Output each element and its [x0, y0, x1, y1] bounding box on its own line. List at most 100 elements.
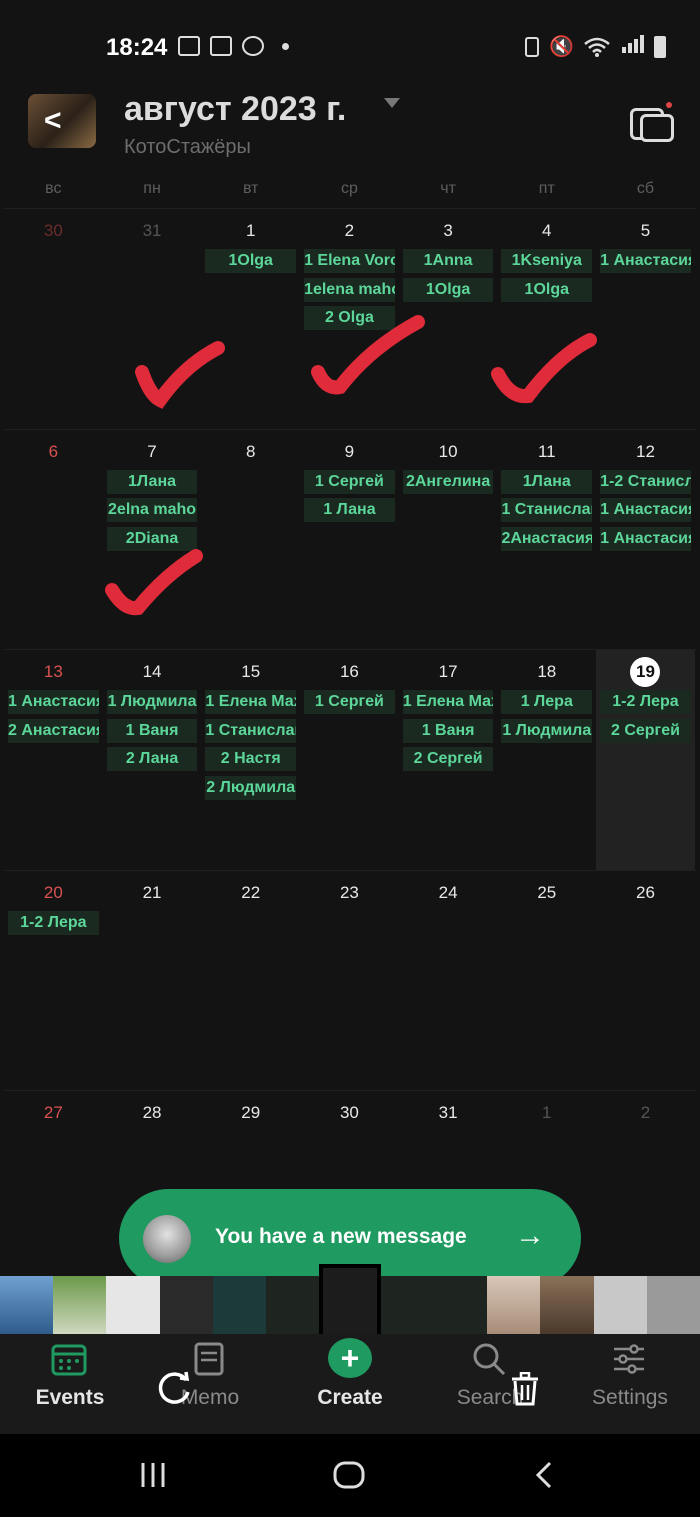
event-chip[interactable]: 1 Елена Мах — [402, 690, 494, 714]
event-chip[interactable]: 1Olga — [402, 277, 494, 302]
thumbnail[interactable] — [53, 1276, 107, 1334]
event-chip[interactable]: 1 Лера — [501, 690, 593, 714]
event-chip[interactable]: 1 Ваня — [402, 718, 494, 743]
event-chip[interactable]: 1elena maho — [304, 277, 395, 302]
thumbnail[interactable] — [159, 1276, 213, 1334]
day-cell[interactable]: 24 — [399, 871, 498, 1091]
day-number: 18 — [497, 662, 596, 682]
status-time: 18:24 — [106, 34, 168, 61]
month-title[interactable]: август 2023 г. — [124, 90, 346, 129]
nav-create[interactable]: + Create — [280, 1334, 420, 1434]
thumbnail[interactable] — [212, 1276, 267, 1334]
event-chip[interactable]: 1 Анастасия — [600, 498, 691, 522]
day-cell[interactable]: 16 1 Сергей — [300, 650, 399, 870]
thumbnail[interactable] — [593, 1276, 647, 1334]
memo-icon — [194, 1342, 224, 1376]
day-cell[interactable]: 22 — [201, 871, 300, 1091]
event-chip[interactable]: 2Анастасия — [501, 526, 593, 551]
share-button[interactable] — [628, 102, 674, 142]
event-chip[interactable]: 1 Анастасия — [600, 249, 691, 273]
event-chip[interactable]: 1 Людмила — [106, 690, 198, 714]
rotate-icon[interactable] — [156, 1368, 194, 1406]
day-cell[interactable]: 9 1 Сергей 1 Лана — [300, 430, 399, 650]
day-cell[interactable]: 15 1 Елена Мах 1 Станислав 2 Настя 2 Людмила — [201, 650, 300, 870]
home-icon[interactable] — [332, 1460, 366, 1490]
event-chip[interactable]: 2Diana — [106, 526, 198, 551]
back-icon[interactable] — [532, 1460, 556, 1490]
event-chip[interactable]: 1 Людмила — [501, 718, 593, 743]
arrow-right-icon[interactable]: → — [515, 1219, 545, 1253]
event-chip[interactable]: 1Лана — [501, 469, 593, 494]
event-chip[interactable]: 1Olga — [501, 277, 593, 302]
thumbnail[interactable] — [266, 1276, 320, 1334]
event-chip[interactable]: 1 Анастасия — [8, 690, 99, 714]
day-cell[interactable]: 30 — [4, 209, 103, 429]
month-grid: 30 31 1 1Olga 2 1 Elena Voro 1elena maho 2 Olga… — [4, 208, 696, 1311]
event-chip[interactable]: 1 Станислав — [501, 498, 593, 522]
day-number: 6 — [4, 442, 103, 462]
day-cell[interactable]: 10 2Ангелина — [399, 430, 498, 650]
event-chip[interactable]: 1Лана — [106, 469, 198, 494]
event-chip[interactable]: 2 Сергей — [402, 747, 494, 771]
event-chip[interactable]: 2elna maho — [106, 498, 198, 522]
calendar-icon — [51, 1344, 87, 1376]
thumbnail[interactable] — [646, 1276, 700, 1334]
day-cell[interactable]: 21 — [103, 871, 202, 1091]
day-cell[interactable]: 31 — [103, 209, 202, 429]
event-chip[interactable]: 2 Настя — [205, 747, 297, 771]
event-chip[interactable]: 1 Елена Мах — [205, 690, 297, 714]
day-cell[interactable]: 4 1Kseniya 1Olga — [497, 209, 596, 429]
trash-icon[interactable] — [510, 1372, 540, 1406]
event-chip[interactable]: 1 Станислав — [205, 718, 297, 743]
event-chip[interactable]: 1-2 Лера — [600, 690, 691, 714]
back-button[interactable]: < — [28, 94, 96, 148]
day-cell[interactable]: 6 — [4, 430, 103, 650]
thumbnail[interactable] — [380, 1276, 434, 1334]
day-cell[interactable]: 12 1-2 Станислав 1 Анастасия 1 Анастасия — [596, 430, 695, 650]
day-cell[interactable]: 25 — [497, 871, 596, 1091]
event-chip[interactable]: 2 Анастасия — [8, 718, 99, 743]
nav-settings[interactable]: Settings — [560, 1334, 700, 1434]
event-chip[interactable]: 1 Ваня — [106, 718, 198, 743]
day-cell[interactable]: 1 1Olga — [201, 209, 300, 429]
event-chip[interactable]: 1 Анастасия — [600, 526, 691, 551]
event-chip[interactable]: 1-2 Станислав — [600, 469, 691, 494]
event-chip[interactable]: 2 Людмила — [205, 775, 297, 800]
thumbnail[interactable] — [540, 1276, 594, 1334]
day-cell[interactable]: 26 — [596, 871, 695, 1091]
thumbnail[interactable] — [0, 1276, 54, 1334]
month-dropdown-icon[interactable] — [384, 98, 400, 108]
event-chip[interactable]: 1 Сергей — [304, 469, 395, 494]
day-number: 2 — [596, 1103, 695, 1123]
weekday-header: вс пн вт ср чт пт сб — [4, 180, 696, 198]
event-chip[interactable]: 1 Elena Voro — [304, 249, 395, 273]
event-chip[interactable]: 2 Olga — [304, 306, 395, 330]
event-chip[interactable]: 2 Лана — [106, 747, 198, 771]
thumbnail[interactable] — [433, 1276, 488, 1334]
day-cell[interactable]: 5 1 Анастасия — [596, 209, 695, 429]
event-chip[interactable]: 1Anna — [402, 249, 494, 273]
thumbnail[interactable] — [487, 1276, 541, 1334]
recents-icon[interactable] — [138, 1460, 168, 1490]
thumbnail[interactable] — [106, 1276, 160, 1334]
day-cell[interactable]: 17 1 Елена Мах 1 Ваня 2 Сергей — [399, 650, 498, 870]
day-cell[interactable]: 8 — [201, 430, 300, 650]
day-cell[interactable]: 13 1 Анастасия 2 Анастасия — [4, 650, 103, 870]
event-chip[interactable]: 1-2 Лера — [8, 910, 99, 935]
event-chip[interactable]: 1 Лана — [304, 498, 395, 522]
day-cell[interactable]: 3 1Anna 1Olga — [399, 209, 498, 429]
event-chip[interactable]: 2Ангелина — [402, 469, 494, 494]
day-cell[interactable]: 2 1 Elena Voro 1elena maho 2 Olga — [300, 209, 399, 429]
day-cell-today[interactable]: 19 1-2 Лера 2 Сергей — [596, 650, 695, 870]
day-cell[interactable]: 11 1Лана 1 Станислав 2Анастасия — [497, 430, 596, 650]
day-cell[interactable]: 14 1 Людмила 1 Ваня 2 Лана — [103, 650, 202, 870]
event-chip[interactable]: 1Olga — [205, 249, 297, 273]
event-chip[interactable]: 1Kseniya — [501, 249, 593, 273]
event-chip[interactable]: 1 Сергей — [304, 690, 395, 714]
day-cell[interactable]: 18 1 Лера 1 Людмила — [497, 650, 596, 870]
day-cell[interactable]: 23 — [300, 871, 399, 1091]
nav-events[interactable]: Events — [0, 1334, 140, 1434]
day-cell[interactable]: 7 1Лана 2elna maho 2Diana — [103, 430, 202, 650]
event-chip[interactable]: 2 Сергей — [600, 718, 691, 743]
day-cell[interactable]: 20 1-2 Лера — [4, 871, 103, 1091]
